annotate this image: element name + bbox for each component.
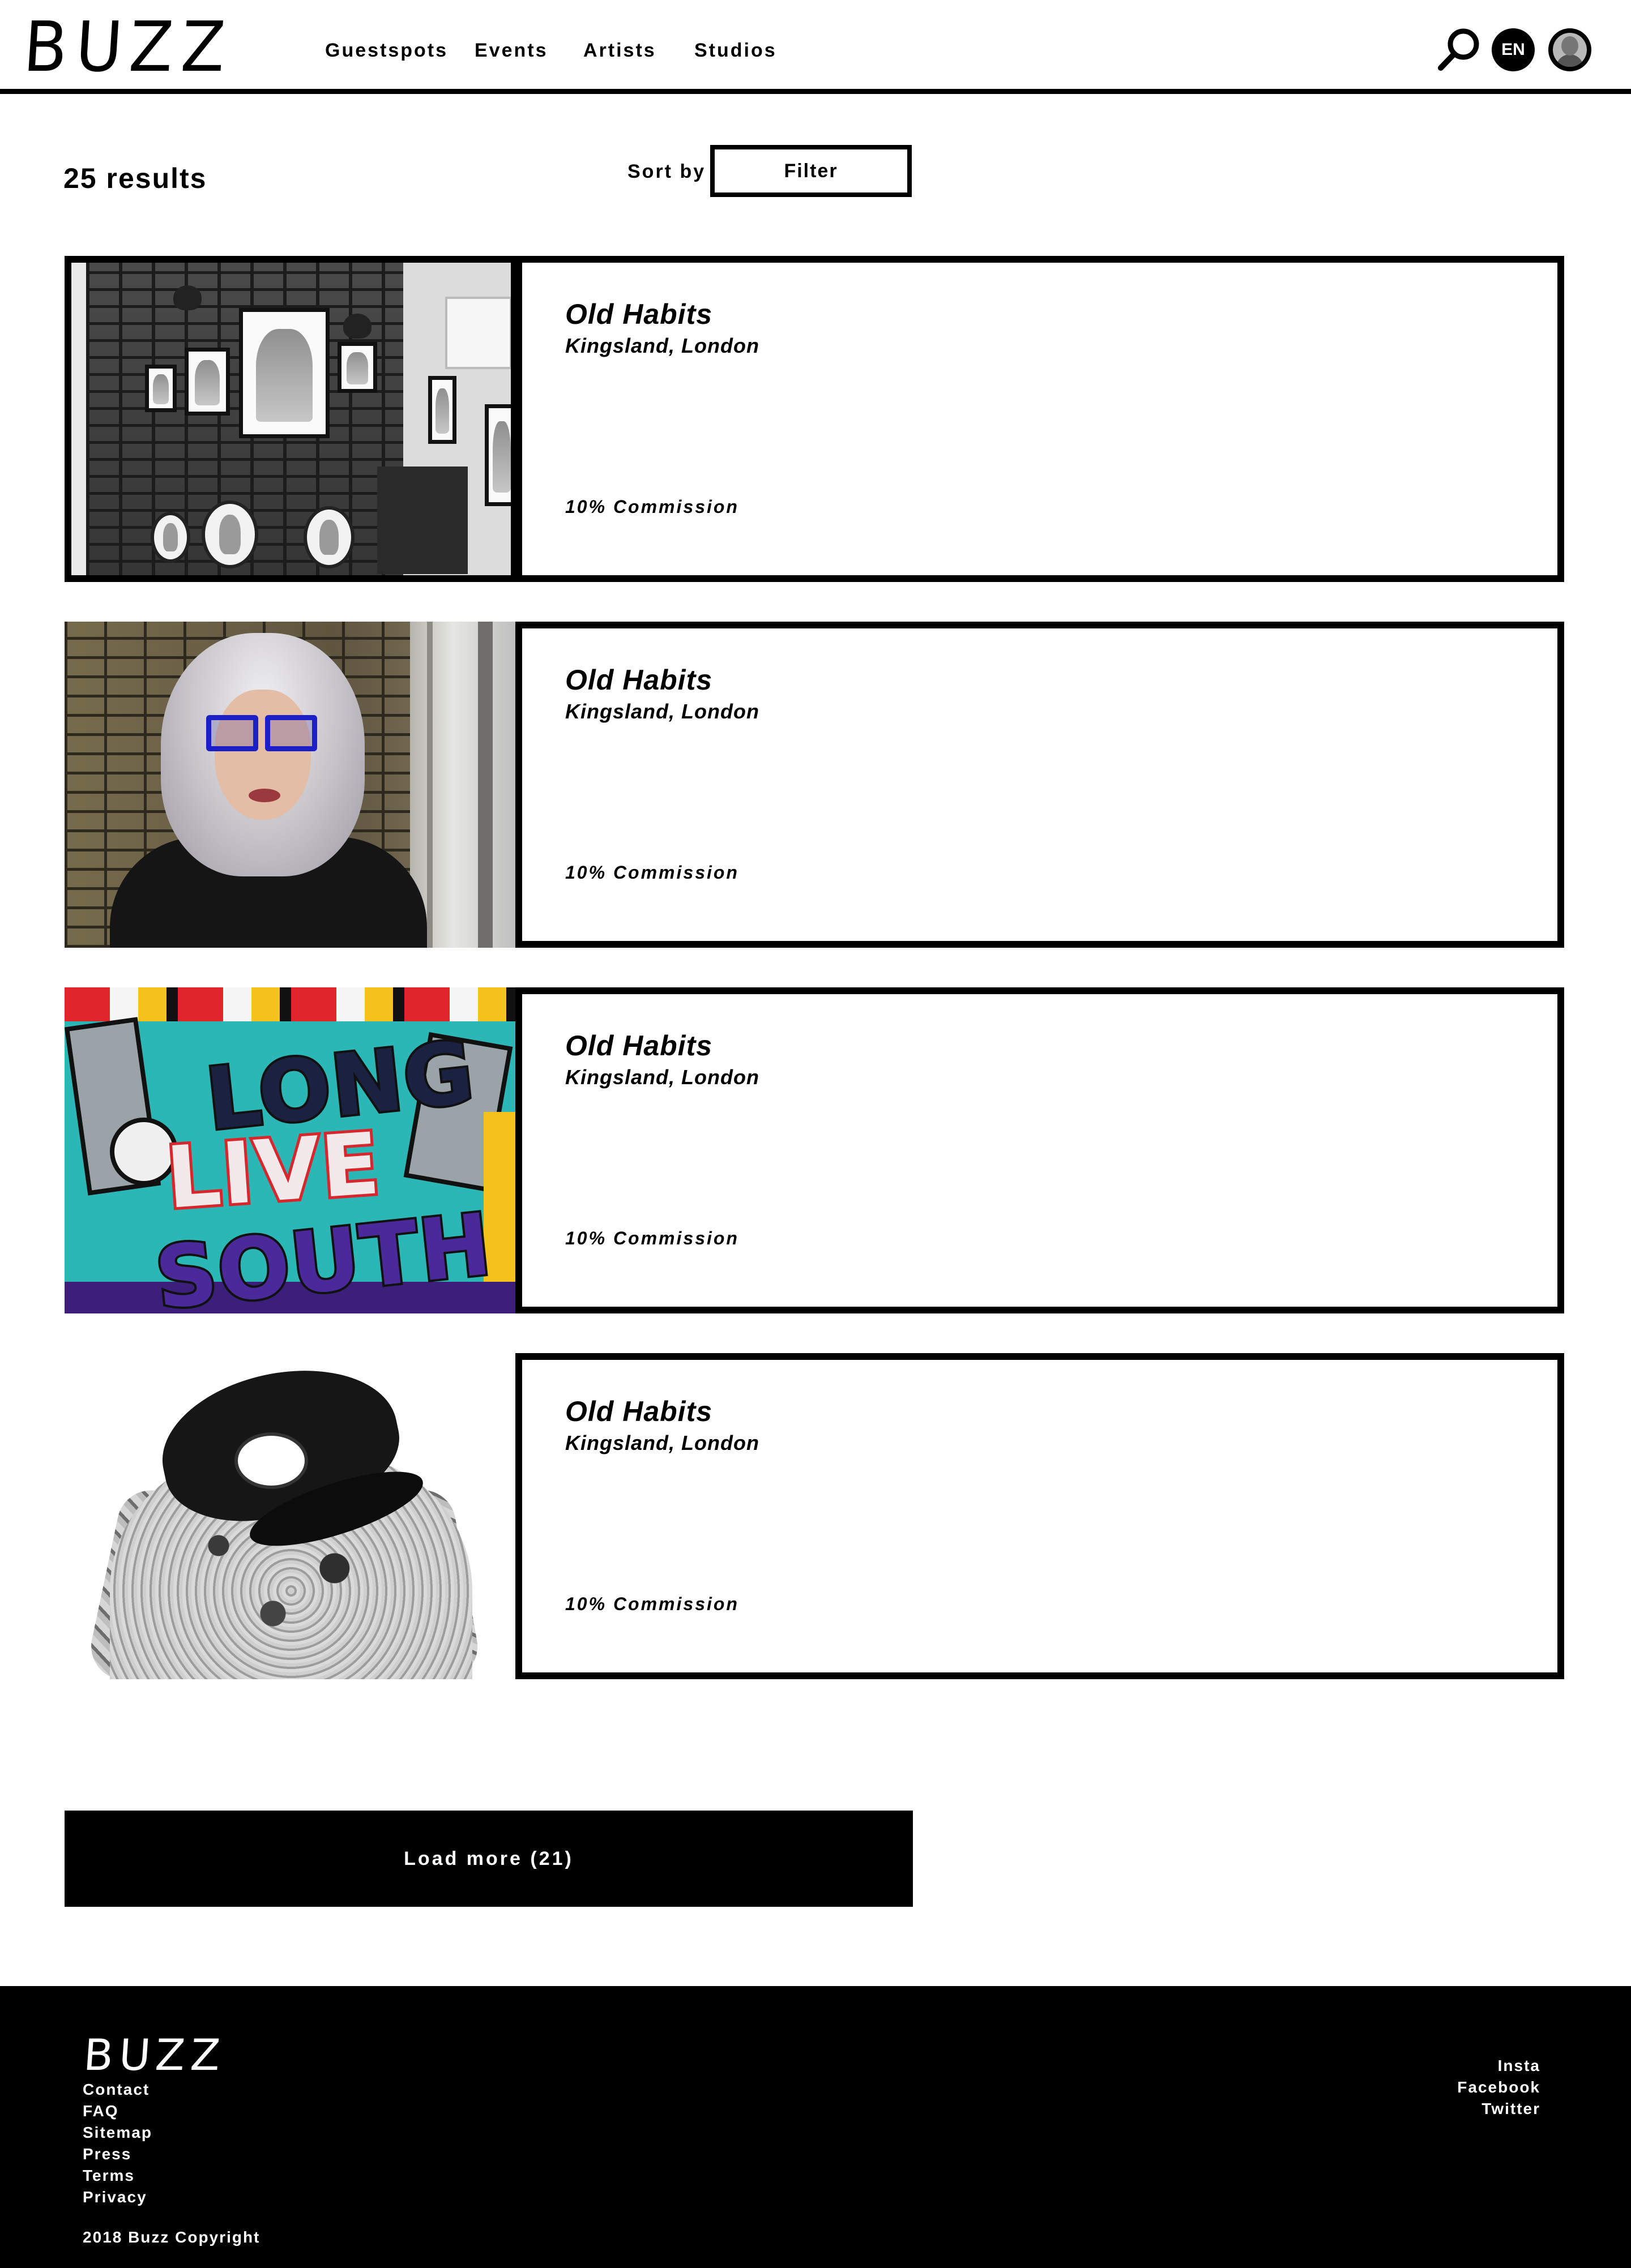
studio-card[interactable]: Old Habits Kingsland, London 10% Commiss… <box>65 1353 1564 1679</box>
footer-link-faq[interactable]: FAQ <box>83 2100 152 2122</box>
studio-photo <box>65 256 518 582</box>
footer-link-terms[interactable]: Terms <box>83 2165 152 2186</box>
site-footer: BUZZ Contact FAQ Sitemap Press Terms Pri… <box>0 1986 1631 2268</box>
footer-link-contact[interactable]: Contact <box>83 2079 152 2100</box>
results-count: 25 results <box>63 162 207 194</box>
nav-events[interactable]: Events <box>475 40 548 62</box>
studio-commission: 10% Commission <box>565 1228 739 1248</box>
studio-commission: 10% Commission <box>565 497 739 517</box>
nav-artists[interactable]: Artists <box>583 40 656 62</box>
studio-location: Kingsland, London <box>565 700 759 723</box>
artist-photo <box>65 1353 518 1679</box>
studio-card[interactable]: LONG LIVE SOUTH Old Habits Kingsland, Lo… <box>65 987 1564 1313</box>
studio-name[interactable]: Old Habits <box>565 298 712 331</box>
header-actions: EN <box>1435 26 1591 71</box>
nav-guestspots[interactable]: Guestspots <box>325 40 448 62</box>
social-link-twitter[interactable]: Twitter <box>1457 2098 1540 2120</box>
studio-card[interactable]: Old Habits Kingsland, London 10% Commiss… <box>65 256 1564 582</box>
filter-button[interactable]: Filter <box>710 145 912 197</box>
graffiti-live: LIVE <box>160 1112 386 1231</box>
site-header: BUZZ Guestspots Events Artists Studios E… <box>0 0 1631 94</box>
studio-name[interactable]: Old Habits <box>565 1395 712 1428</box>
studio-info[interactable]: Old Habits Kingsland, London 10% Commiss… <box>515 256 1564 582</box>
nav-studios[interactable]: Studios <box>694 40 777 62</box>
graffiti-photo: LONG LIVE SOUTH <box>65 987 518 1313</box>
buzz-logo[interactable]: BUZZ <box>22 7 236 87</box>
studio-card[interactable]: Old Habits Kingsland, London 10% Commiss… <box>65 622 1564 948</box>
studio-info[interactable]: Old Habits Kingsland, London 10% Commiss… <box>515 987 1564 1313</box>
load-more-button[interactable]: Load more (21) <box>65 1811 913 1907</box>
footer-logo[interactable]: BUZZ <box>82 2030 228 2080</box>
footer-link-sitemap[interactable]: Sitemap <box>83 2122 152 2143</box>
studio-location: Kingsland, London <box>565 334 759 357</box>
studio-name[interactable]: Old Habits <box>565 664 712 696</box>
search-icon[interactable] <box>1435 26 1483 74</box>
sort-by-label: Sort by <box>627 161 706 182</box>
studio-location: Kingsland, London <box>565 1431 759 1454</box>
footer-copyright: 2018 Buzz Copyright <box>83 2228 261 2246</box>
artist-photo <box>65 622 518 948</box>
footer-social: Insta Facebook Twitter <box>1457 2055 1540 2120</box>
studio-commission: 10% Commission <box>565 1594 739 1614</box>
social-link-insta[interactable]: Insta <box>1457 2055 1540 2077</box>
footer-links: Contact FAQ Sitemap Press Terms Privacy <box>83 2079 152 2208</box>
footer-link-press[interactable]: Press <box>83 2143 152 2165</box>
studio-info[interactable]: Old Habits Kingsland, London 10% Commiss… <box>515 1353 1564 1679</box>
studio-name[interactable]: Old Habits <box>565 1029 712 1062</box>
language-button[interactable]: EN <box>1492 28 1535 71</box>
user-avatar[interactable] <box>1548 28 1591 71</box>
studio-info[interactable]: Old Habits Kingsland, London 10% Commiss… <box>515 622 1564 948</box>
footer-link-privacy[interactable]: Privacy <box>83 2186 152 2208</box>
studio-location: Kingsland, London <box>565 1065 759 1089</box>
social-link-facebook[interactable]: Facebook <box>1457 2077 1540 2098</box>
studio-commission: 10% Commission <box>565 862 739 883</box>
